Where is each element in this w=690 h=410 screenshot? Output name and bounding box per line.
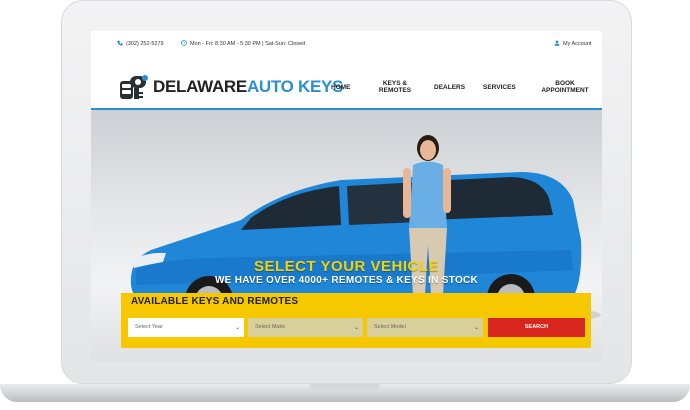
top-info-bar: (302) 252-5279 Mon - Fri: 8:30 AM - 5:30… xyxy=(91,31,602,57)
search-panel-title: AVAILABLE KEYS AND REMOTES xyxy=(131,296,299,307)
user-icon xyxy=(554,40,560,48)
hero-headline: SELECT YOUR VEHICLE xyxy=(253,258,440,275)
nav-home[interactable]: HOME xyxy=(331,66,361,108)
website-screen: (302) 252-5279 Mon - Fri: 8:30 AM - 5:30… xyxy=(91,31,602,361)
vehicle-search-panel: AVAILABLE KEYS AND REMOTES Select Year ⌄… xyxy=(121,293,591,348)
chevron-down-icon: ⌄ xyxy=(234,325,240,331)
my-account-label[interactable]: My Account xyxy=(563,41,591,47)
my-account-link[interactable]: My Account xyxy=(554,40,591,48)
chevron-down-icon: ⌄ xyxy=(353,325,359,331)
clock-icon xyxy=(181,40,187,48)
nav-services[interactable]: SERVICES xyxy=(483,66,523,108)
hours-info: Mon - Fri: 8:30 AM - 5:30 PM | Sat-Sun: … xyxy=(181,40,305,48)
laptop-notch xyxy=(310,384,380,390)
search-button[interactable]: SEARCH xyxy=(488,318,585,337)
site-logo[interactable]: DELAWAREAUTO KEYS xyxy=(117,72,343,102)
chevron-down-icon: ⌄ xyxy=(473,325,479,331)
logo-text: DELAWAREAUTO KEYS xyxy=(153,77,344,96)
key-logo-icon xyxy=(117,72,151,102)
select-model-dropdown[interactable]: Select Model ⌄ xyxy=(367,318,483,337)
nav-keys-remotes[interactable]: KEYS & REMOTES xyxy=(375,66,415,108)
site-header: DELAWAREAUTO KEYS HOME KEYS & REMOTES DE… xyxy=(91,66,602,110)
business-hours: Mon - Fri: 8:30 AM - 5:30 PM | Sat-Sun: … xyxy=(190,41,306,47)
nav-book-appointment[interactable]: BOOK APPOINTMENT xyxy=(535,66,595,108)
phone-icon xyxy=(117,40,123,48)
select-year-dropdown[interactable]: Select Year ⌄ xyxy=(128,318,244,337)
select-make-dropdown[interactable]: Select Make ⌄ xyxy=(248,318,363,337)
phone-info[interactable]: (302) 252-5279 xyxy=(117,40,164,48)
hero-banner: SELECT YOUR VEHICLE WE HAVE OVER 4000+ R… xyxy=(91,110,602,361)
phone-number[interactable]: (302) 252-5279 xyxy=(126,41,164,47)
nav-dealers[interactable]: DEALERS xyxy=(434,66,474,108)
hero-subheadline: WE HAVE OVER 4000+ REMOTES & KEYS IN STO… xyxy=(214,275,479,286)
